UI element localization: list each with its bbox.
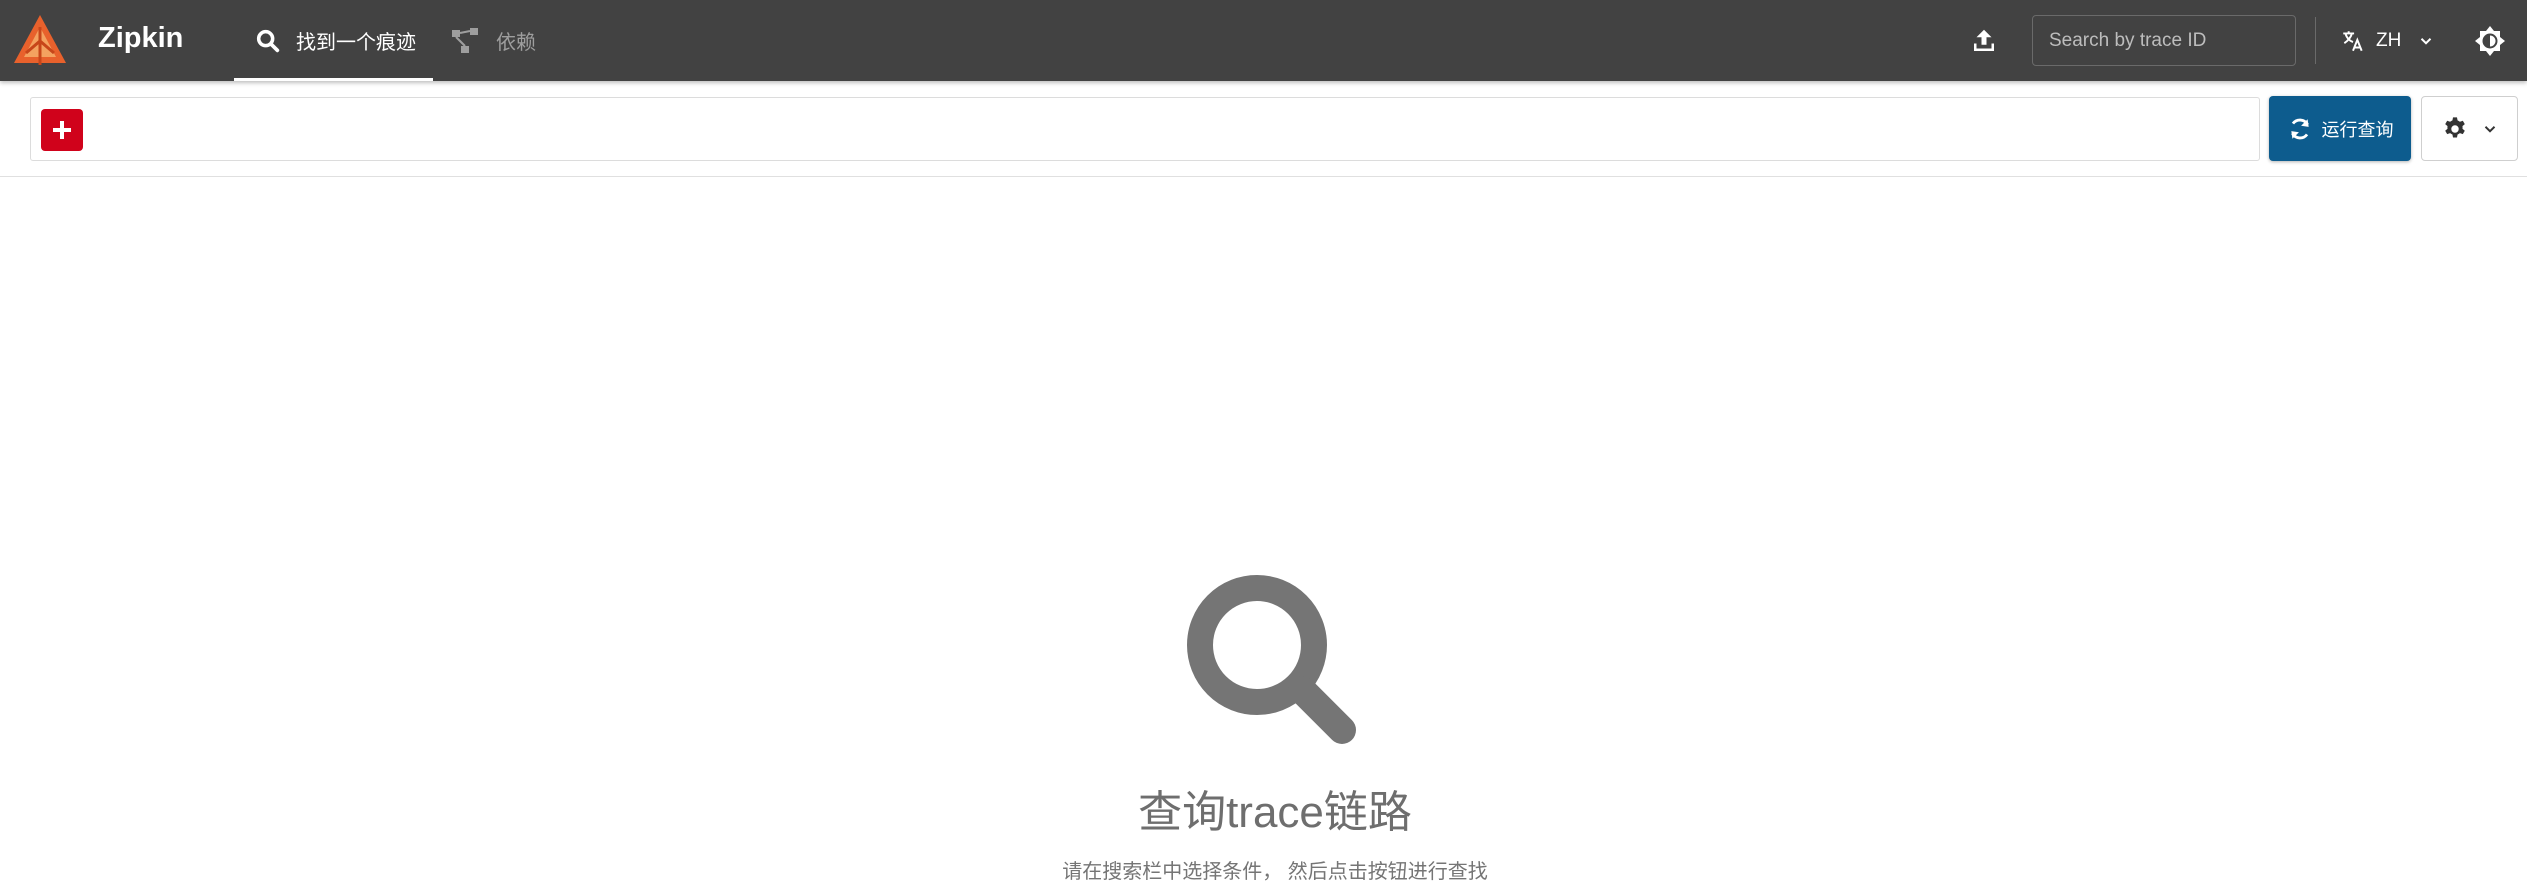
- header-divider: [2315, 17, 2316, 64]
- toolbar-divider: [0, 176, 2527, 177]
- query-criteria-bar[interactable]: [30, 97, 2260, 161]
- query-settings-button[interactable]: [2421, 96, 2518, 161]
- language-label: ZH: [2376, 30, 2402, 51]
- add-criteria-button[interactable]: [41, 109, 83, 151]
- language-selector[interactable]: ZH: [2340, 24, 2435, 58]
- brand-title[interactable]: Zipkin: [98, 22, 183, 55]
- plus-icon: [53, 121, 71, 139]
- tab-label: 依赖: [496, 32, 536, 54]
- empty-state-subtitle: 请在搜索栏中选择条件， 然后点击按钮进行查找: [1062, 861, 1488, 883]
- search-icon: [254, 27, 282, 55]
- refresh-icon: [2290, 118, 2309, 139]
- tab-find-trace[interactable]: 找到一个痕迹: [234, 0, 433, 81]
- dependency-graph-icon: [450, 26, 480, 56]
- gear-icon: [2444, 116, 2465, 138]
- trace-id-search-input[interactable]: [2032, 15, 2296, 66]
- app-header: Zipkin 找到一个痕迹 依赖 ZH: [0, 0, 2527, 81]
- zipkin-logo-icon[interactable]: [12, 13, 68, 69]
- empty-state-title: 查询trace链路: [1138, 788, 1412, 837]
- upload-icon[interactable]: [1969, 26, 1999, 56]
- search-icon: [1187, 575, 1356, 744]
- theme-toggle-icon[interactable]: [2474, 25, 2506, 57]
- tab-label: 找到一个痕迹: [296, 32, 416, 54]
- tab-dependencies[interactable]: 依赖: [450, 0, 536, 81]
- run-query-button[interactable]: 运行查询: [2269, 96, 2411, 161]
- run-query-label: 运行查询: [2321, 119, 2394, 140]
- translate-icon: [2343, 31, 2363, 52]
- chevron-down-icon: [2421, 38, 2432, 45]
- chevron-down-icon: [2484, 125, 2495, 133]
